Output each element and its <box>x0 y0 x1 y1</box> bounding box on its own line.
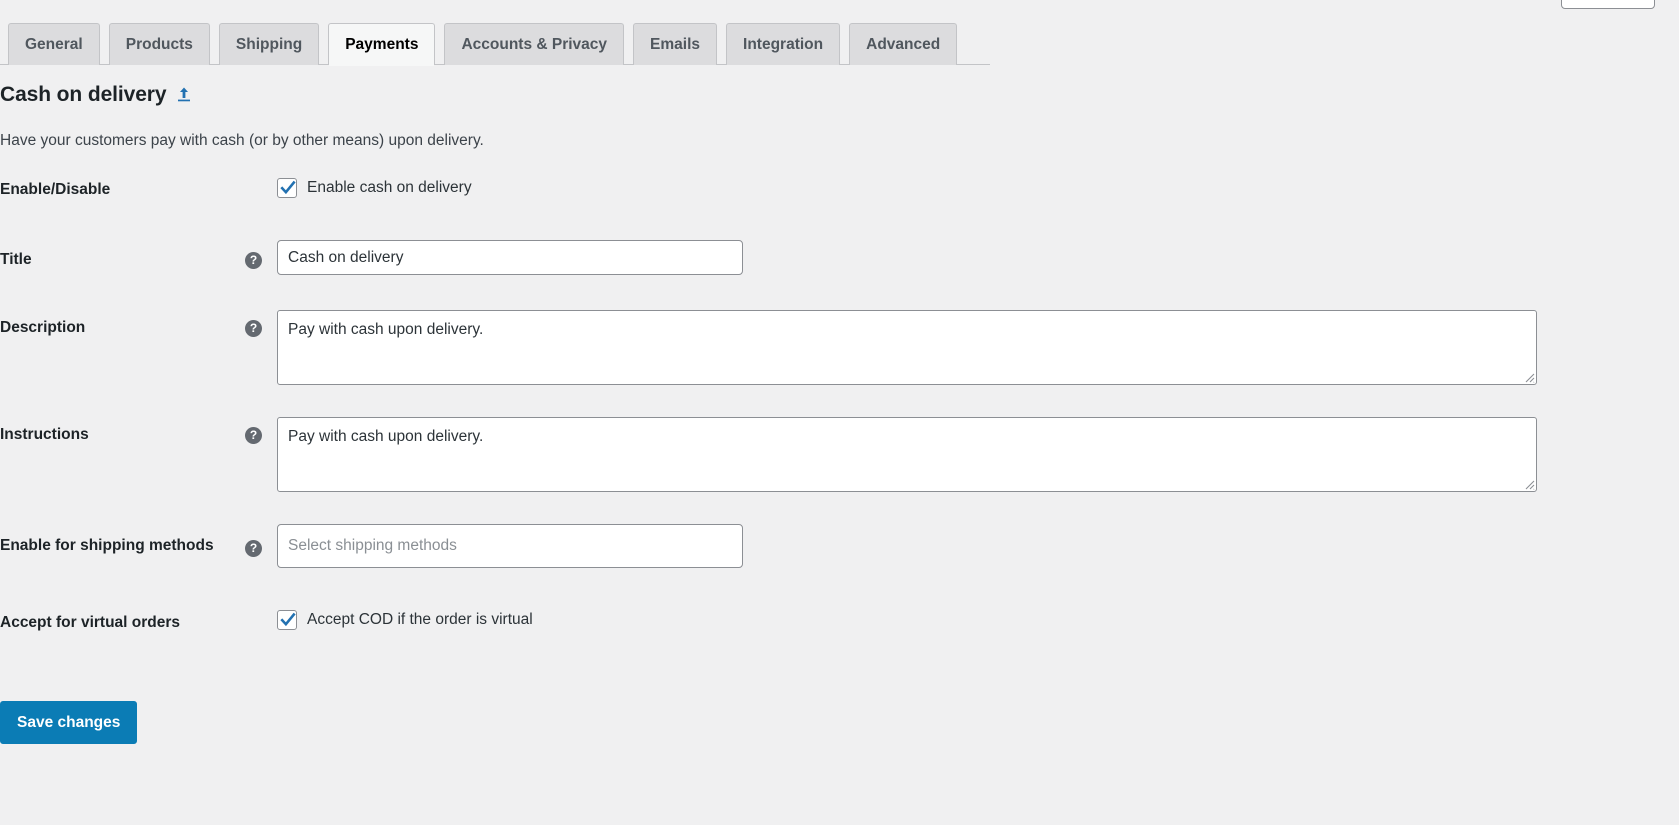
row-description: Description ? <box>0 310 1679 417</box>
tab-accounts-privacy[interactable]: Accounts & Privacy <box>444 23 625 65</box>
checkbox-accept-virtual[interactable]: Accept COD if the order is virtual <box>277 610 1679 631</box>
tab-label: Payments <box>345 35 419 53</box>
tab-label: Integration <box>743 35 824 53</box>
field-instructions <box>277 417 1679 492</box>
arrow-up-from-line-icon[interactable] <box>175 85 193 105</box>
row-title: Title ? <box>0 240 1679 310</box>
help-slot-title: ? <box>245 240 277 269</box>
instructions-textarea-wrapper <box>277 417 1537 492</box>
save-changes-button[interactable]: Save changes <box>0 701 138 744</box>
field-title <box>277 240 1679 275</box>
checkbox-label-enable-cod[interactable]: Enable cash on delivery <box>307 178 472 198</box>
description-textarea[interactable] <box>277 310 1537 385</box>
tab-advanced[interactable]: Advanced <box>849 23 958 65</box>
row-instructions: Instructions ? <box>0 417 1679 524</box>
row-enable-disable: Enable/Disable Enable cash on delivery <box>0 178 1679 240</box>
checkbox-input-accept-virtual[interactable] <box>277 610 297 631</box>
checkbox-label-accept-virtual[interactable]: Accept COD if the order is virtual <box>307 610 533 630</box>
help-icon[interactable]: ? <box>245 540 262 557</box>
tab-label: General <box>25 35 83 53</box>
row-virtual-orders: Accept for virtual orders Accept COD if … <box>0 610 1679 670</box>
tab-label: Accounts & Privacy <box>461 35 608 53</box>
tab-integration[interactable]: Integration <box>726 23 841 65</box>
label-shipping-methods: Enable for shipping methods <box>0 537 214 554</box>
help-icon[interactable]: ? <box>245 320 262 337</box>
tab-emails[interactable]: Emails <box>633 23 718 65</box>
shipping-methods-placeholder: Select shipping methods <box>288 537 457 555</box>
settings-tab-bar: General Products Shipping Payments Accou… <box>0 23 1679 66</box>
shipping-methods-select[interactable]: Select shipping methods <box>277 524 743 568</box>
field-enable-disable: Enable cash on delivery <box>277 178 1679 199</box>
section-description: Have your customers pay with cash (or by… <box>0 132 484 149</box>
help-slot-description: ? <box>245 310 277 337</box>
label-title: Title <box>0 251 32 268</box>
section-header: Cash on delivery <box>0 82 193 107</box>
page-title: Cash on delivery <box>0 83 167 106</box>
label-enable-disable: Enable/Disable <box>0 181 111 198</box>
field-virtual-orders: Accept COD if the order is virtual <box>277 610 1679 631</box>
tab-shipping[interactable]: Shipping <box>218 23 320 65</box>
help-icon[interactable]: ? <box>245 427 262 444</box>
tab-payments[interactable]: Payments <box>328 23 436 66</box>
label-description: Description <box>0 319 86 336</box>
help-slot-shipping-methods: ? <box>245 524 277 557</box>
instructions-textarea[interactable] <box>277 417 1537 492</box>
woocommerce-settings-page: General Products Shipping Payments Accou… <box>0 0 1679 825</box>
label-virtual-orders: Accept for virtual orders <box>0 614 181 631</box>
help-icon[interactable]: ? <box>245 252 262 269</box>
field-description <box>277 310 1679 385</box>
help-slot-empty <box>245 610 277 615</box>
form-actions: Save changes <box>0 701 138 744</box>
settings-form: Enable/Disable Enable cash on delivery T… <box>0 178 1679 670</box>
row-shipping-methods: Enable for shipping methods ? Select shi… <box>0 524 1679 610</box>
label-instructions: Instructions <box>0 426 89 443</box>
tab-label: Emails <box>650 35 701 53</box>
help-slot-empty <box>245 178 277 183</box>
tab-label: Advanced <box>866 35 941 53</box>
tab-label: Shipping <box>235 35 303 53</box>
help-slot-instructions: ? <box>245 417 277 444</box>
title-input[interactable] <box>277 240 743 275</box>
description-textarea-wrapper <box>277 310 1537 385</box>
checkbox-input-enable-cod[interactable] <box>277 178 297 199</box>
checkbox-enable-cod[interactable]: Enable cash on delivery <box>277 178 1679 199</box>
field-shipping-methods: Select shipping methods <box>277 524 1679 568</box>
tab-products[interactable]: Products <box>108 23 210 65</box>
tab-general[interactable]: General <box>8 23 100 65</box>
tab-label: Products <box>125 35 193 53</box>
tab-list: General Products Shipping Payments Accou… <box>8 23 958 66</box>
search-input[interactable] <box>1561 0 1655 9</box>
